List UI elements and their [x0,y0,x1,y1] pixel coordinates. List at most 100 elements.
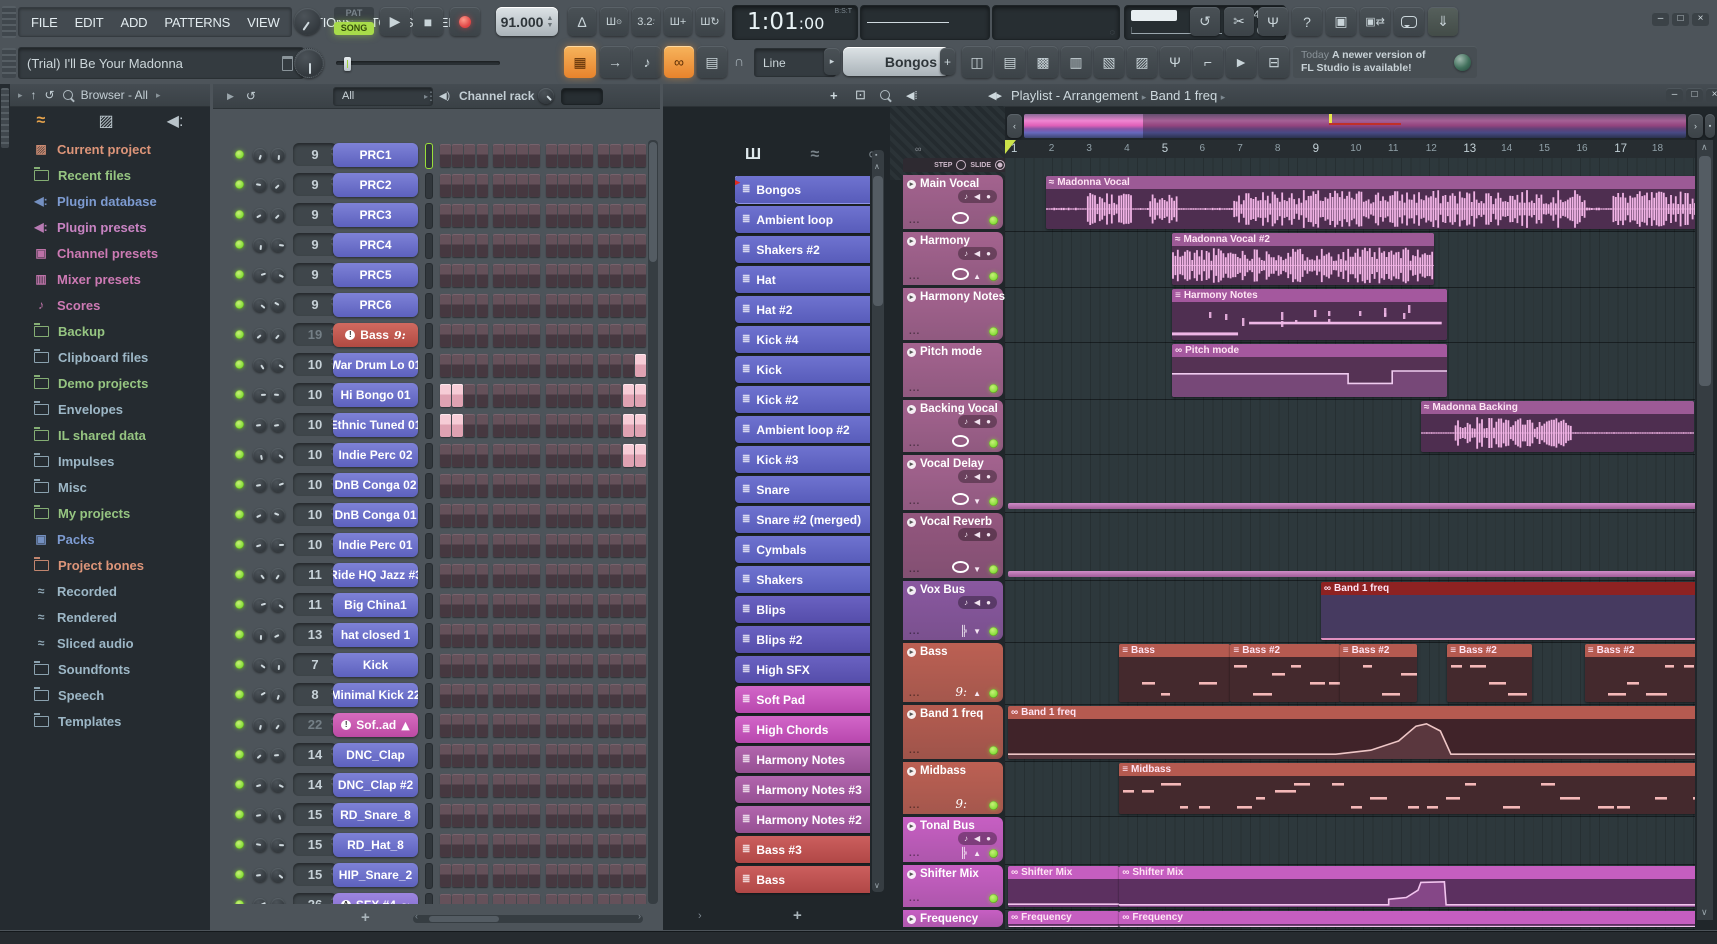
step-cell[interactable] [570,294,581,317]
step-cell[interactable] [635,534,646,557]
channel-select-strip[interactable] [425,593,433,619]
step-cell[interactable] [464,864,475,887]
picker-scroll-down[interactable]: ∨ [874,881,880,890]
step-cell[interactable] [635,324,646,347]
step-cell[interactable] [546,774,557,797]
step-cell[interactable] [440,564,451,587]
browser-undo-icon[interactable]: ↺ [45,88,55,102]
pattern-prev-button[interactable]: ▸ [824,48,840,75]
step-cell[interactable] [505,654,516,677]
channel-knob[interactable] [271,598,285,612]
step-cell[interactable] [464,504,475,527]
step-cell[interactable] [452,474,463,497]
pattern-item-bass[interactable]: ≣Bass [735,866,870,893]
step-cell[interactable] [582,894,593,905]
track-note-icon[interactable]: ♪ [964,530,968,539]
step-cell[interactable] [464,474,475,497]
plugin-picker-toggle[interactable]: Ψ [1160,46,1190,78]
step-cell[interactable] [546,504,557,527]
step-cell[interactable] [493,294,504,317]
rack-add-channel[interactable]: + [361,909,370,926]
step-cell[interactable] [582,414,593,437]
channel-knob[interactable] [253,208,267,222]
step-cell[interactable] [529,564,540,587]
step-cell[interactable] [546,234,557,257]
playlist-vscrollbar[interactable]: ∧ ∨ [1697,140,1713,920]
track-header-vox-bus[interactable]: ▸Vox Bus♪◀●...╠▼ [903,581,1003,640]
step-cell[interactable] [610,894,621,905]
automation-strip[interactable] [1008,503,1695,509]
step-cell[interactable] [452,624,463,647]
browser-item-plugin-database[interactable]: ◀:Plugin database [10,188,210,214]
step-cell[interactable] [610,834,621,857]
step-cell[interactable] [505,444,516,467]
channel-button-indie-perc-02[interactable]: Indie Perc 02 [333,443,418,467]
clip-harmony-notes[interactable]: ≡Harmony Notes [1172,289,1447,340]
step-cell[interactable] [464,324,475,347]
channel-knob[interactable] [253,238,267,252]
channel-target-number[interactable]: 10▲▼ [293,503,337,526]
track-speaker-icon[interactable]: ◀ [974,834,980,843]
picker-tab-patterns-icon[interactable]: Ш [745,146,761,164]
step-cell[interactable] [477,654,488,677]
step-cell[interactable] [582,264,593,287]
channel-button-dnb-conga-01[interactable]: DnB Conga 01 [333,503,418,527]
step-cell[interactable] [582,594,593,617]
channel-select-strip[interactable] [425,143,433,169]
step-cell[interactable] [582,624,593,647]
clip-bass-2[interactable]: ≡Bass #2 [1585,644,1695,702]
channel-target-number[interactable]: 8▲▼ [293,683,337,706]
step-cell[interactable] [558,594,569,617]
step-cell[interactable] [505,564,516,587]
step-cell[interactable] [598,354,609,377]
tempo-tap-toggle[interactable]: ⌐ [1193,46,1223,78]
step-cell[interactable] [623,744,634,767]
song-label[interactable]: SONG [334,22,374,35]
playlist-scroll-down[interactable]: ∨ [1701,907,1708,918]
clip-madonna-vocal[interactable]: ≈Madonna Vocal [1046,176,1695,229]
step-cell[interactable] [529,894,540,905]
step-cell[interactable] [493,384,504,407]
channel-select-strip[interactable] [425,323,433,349]
master-slider[interactable] [336,57,500,69]
step-cell[interactable] [570,834,581,857]
step-cell[interactable] [452,804,463,827]
step-cell[interactable] [452,204,463,227]
step-cell[interactable] [529,684,540,707]
step-cell[interactable] [452,744,463,767]
step-cell[interactable] [529,144,540,167]
step-cell[interactable] [635,834,646,857]
channel-knob[interactable] [271,268,285,282]
channel-target-number[interactable]: 10▲▼ [293,533,337,556]
playlist-close[interactable]: × [1706,88,1717,102]
pat-song-toggle[interactable]: PAT SONG [334,7,374,36]
step-cell[interactable] [582,474,593,497]
track-record-icon[interactable]: ● [986,249,991,258]
step-cell[interactable] [546,834,557,857]
browser-item-recorded[interactable]: ≈Recorded [10,578,210,604]
channel-select-strip[interactable] [425,353,433,379]
step-cell[interactable] [570,894,581,905]
pattern-item-kick-3[interactable]: ≣Kick #3 [735,446,870,473]
channel-knob[interactable] [271,808,285,822]
step-cell[interactable] [440,264,451,287]
track-header-shifter-mix[interactable]: ▸Shifter Mix... [903,865,1003,907]
step-cell[interactable] [635,444,646,467]
step-cell[interactable] [623,144,634,167]
pattern-selector[interactable]: Bongos▲▼ [843,47,949,76]
breadcrumb-arrangement[interactable]: Playlist - Arrangement [1011,88,1138,103]
step-cell[interactable] [464,774,475,797]
step-cell[interactable] [610,594,621,617]
step-cell[interactable] [464,894,475,905]
step-cell[interactable] [477,834,488,857]
step-cell[interactable] [598,534,609,557]
step-cell[interactable] [529,174,540,197]
track-controls[interactable]: ♪◀● [958,528,997,541]
step-cell[interactable] [477,774,488,797]
step-cell[interactable] [570,684,581,707]
track-content-icon[interactable] [952,561,969,573]
playlist-fullscreen-icon[interactable]: ⊡ [855,87,866,103]
track-led[interactable] [989,216,998,225]
trash-icon[interactable] [282,56,293,71]
step-cell[interactable] [582,234,593,257]
